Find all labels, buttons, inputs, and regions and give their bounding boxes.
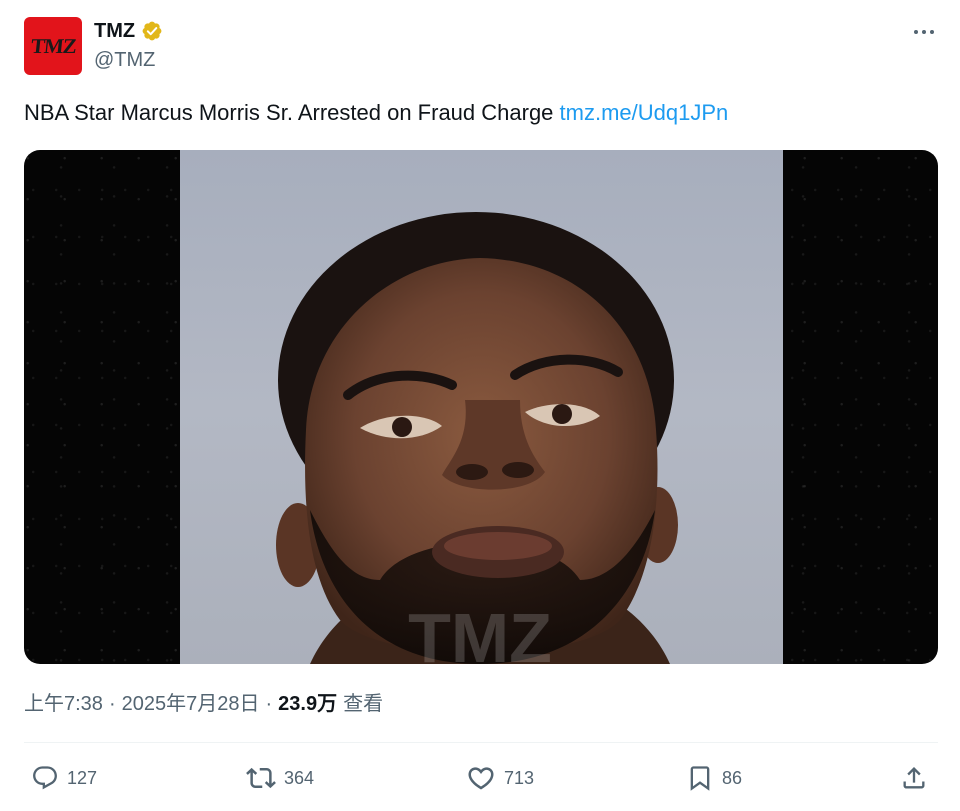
tweet-time[interactable]: 上午7:38 [24, 691, 103, 717]
views-count: 23.9万 [278, 693, 338, 715]
heart-icon [468, 767, 494, 790]
tweet-text: NBA Star Marcus Morris Sr. Arrested on F… [24, 98, 728, 128]
mugshot-photo: TMZ [180, 150, 783, 664]
tweet-date[interactable]: 2025年7月28日 [122, 691, 260, 717]
divider [24, 742, 938, 743]
tweet-meta: 上午7:38 · 2025年7月28日 · 23.9万 查看 [24, 691, 383, 717]
reply-icon [33, 766, 57, 790]
tweet-media-image[interactable]: TMZ [24, 150, 938, 664]
like-count: 713 [504, 767, 535, 788]
bookmark-button[interactable]: 86 [686, 762, 742, 794]
like-button[interactable]: 713 [466, 762, 534, 794]
tweet-body-text: NBA Star Marcus Morris Sr. Arrested on F… [24, 100, 560, 125]
retweet-icon [246, 767, 276, 789]
bookmark-icon [690, 766, 710, 791]
author-handle[interactable]: @TMZ [94, 48, 155, 72]
meta-separator: · [265, 693, 273, 715]
mugshot-portrait-illustration: TMZ [276, 212, 678, 664]
more-horizontal-icon [914, 30, 934, 34]
share-icon [903, 767, 925, 789]
verified-badge-icon[interactable] [141, 20, 163, 42]
reply-count: 127 [67, 767, 98, 788]
author-display-name[interactable]: TMZ [94, 19, 135, 43]
more-options-button[interactable] [906, 18, 942, 46]
meta-separator: · [108, 693, 116, 715]
retweet-button[interactable]: 364 [246, 762, 314, 794]
avatar-logo-text: TMZ [29, 33, 77, 58]
retweet-count: 364 [284, 767, 315, 788]
author-avatar[interactable]: TMZ [24, 17, 82, 75]
author-name-row: TMZ [94, 19, 163, 43]
bookmark-count: 86 [722, 767, 743, 788]
reply-button[interactable]: 127 [31, 762, 97, 794]
views-label: 查看 [343, 693, 384, 715]
share-button[interactable] [900, 762, 928, 794]
svg-text:TMZ: TMZ [408, 599, 552, 664]
tweet-link[interactable]: tmz.me/Udq1JPn [560, 100, 729, 125]
